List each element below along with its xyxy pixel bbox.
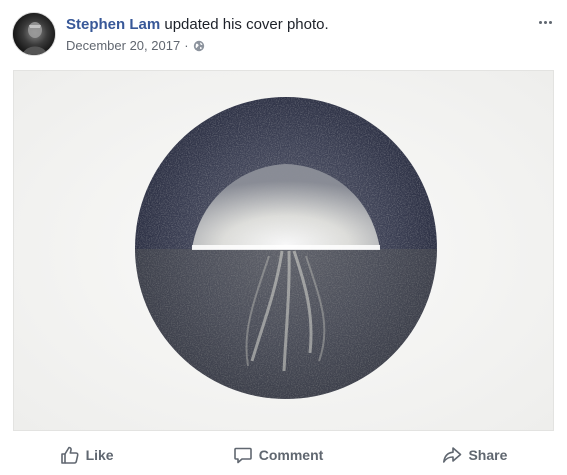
share-label: Share	[468, 447, 508, 463]
post-title: Stephen Lam updated his cover photo.	[66, 16, 329, 34]
more-options-dot	[548, 20, 552, 24]
comment-label: Comment	[258, 447, 324, 463]
more-options-dot	[543, 20, 547, 24]
thumbs-up-icon	[60, 446, 79, 464]
avatar-image	[13, 13, 55, 55]
author-avatar[interactable]	[12, 12, 56, 56]
post-header: Stephen Lam updated his cover photo. Dec…	[12, 12, 557, 60]
share-arrow-icon	[443, 447, 462, 463]
cover-photo-artwork	[14, 71, 553, 430]
post-date-link[interactable]: December 20, 2017	[66, 38, 180, 54]
post-action-text: updated his cover photo.	[164, 16, 329, 33]
post-meta: December 20, 2017 ·	[66, 38, 205, 54]
author-name-link[interactable]: Stephen Lam	[66, 16, 160, 33]
like-button[interactable]: Like	[40, 439, 134, 471]
post-actions-bar: Like Comment Share	[0, 435, 567, 475]
comment-button[interactable]: Comment	[213, 439, 344, 471]
more-options-button[interactable]	[533, 12, 557, 32]
globe-icon[interactable]	[193, 40, 205, 52]
meta-separator: ·	[184, 38, 189, 53]
like-label: Like	[85, 447, 114, 463]
feed-post: Stephen Lam updated his cover photo. Dec…	[0, 0, 567, 475]
more-options-icon	[538, 20, 542, 24]
comment-bubble-icon	[233, 447, 252, 464]
cover-photo[interactable]	[13, 70, 554, 431]
share-button[interactable]: Share	[422, 439, 527, 471]
